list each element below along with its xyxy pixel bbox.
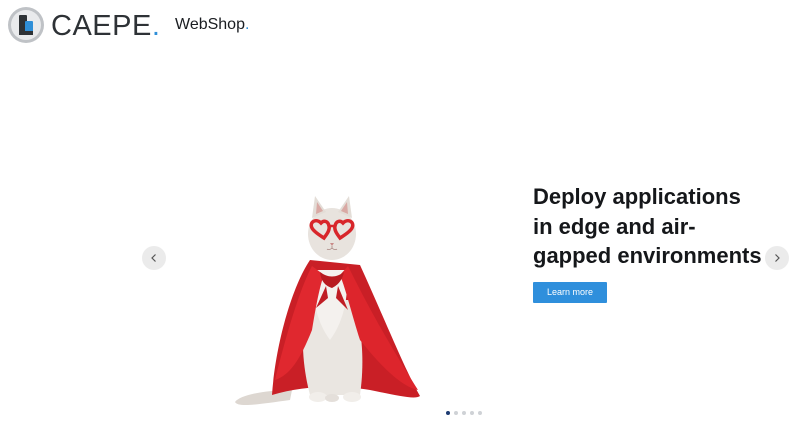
carousel-pagination xyxy=(446,411,482,415)
slide-text: Deploy applications in edge and air-gapp… xyxy=(533,182,763,303)
brand-name[interactable]: CAEPE. xyxy=(51,8,160,44)
site-header: CAEPE. WebShop. xyxy=(0,0,800,52)
carousel-dot-5[interactable] xyxy=(478,411,482,415)
brand-dot: . xyxy=(151,10,161,42)
webshop-link[interactable]: WebShop. xyxy=(175,15,249,35)
chevron-left-icon xyxy=(151,254,156,262)
carousel-dot-4[interactable] xyxy=(470,411,474,415)
carousel-dot-3[interactable] xyxy=(462,411,466,415)
carousel-next-button[interactable] xyxy=(765,246,789,270)
brand-text: CAEPE xyxy=(51,10,152,42)
carousel-dot-1[interactable] xyxy=(446,411,450,415)
learn-more-button[interactable]: Learn more xyxy=(533,281,607,303)
chevron-right-icon xyxy=(775,254,780,262)
page: CAEPE. WebShop. Deploy applications in e… xyxy=(0,0,800,428)
hero-carousel: Deploy applications in edge and air-gapp… xyxy=(0,52,800,428)
slide-headline: Deploy applications in edge and air-gapp… xyxy=(533,184,762,268)
webshop-link-text: WebShop xyxy=(175,16,245,33)
carousel-dot-2[interactable] xyxy=(454,411,458,415)
webshop-link-dot: . xyxy=(244,16,250,33)
cat-in-cape-image xyxy=(235,196,420,406)
caepe-logo-icon[interactable] xyxy=(7,6,45,44)
carousel-prev-button[interactable] xyxy=(142,246,166,270)
